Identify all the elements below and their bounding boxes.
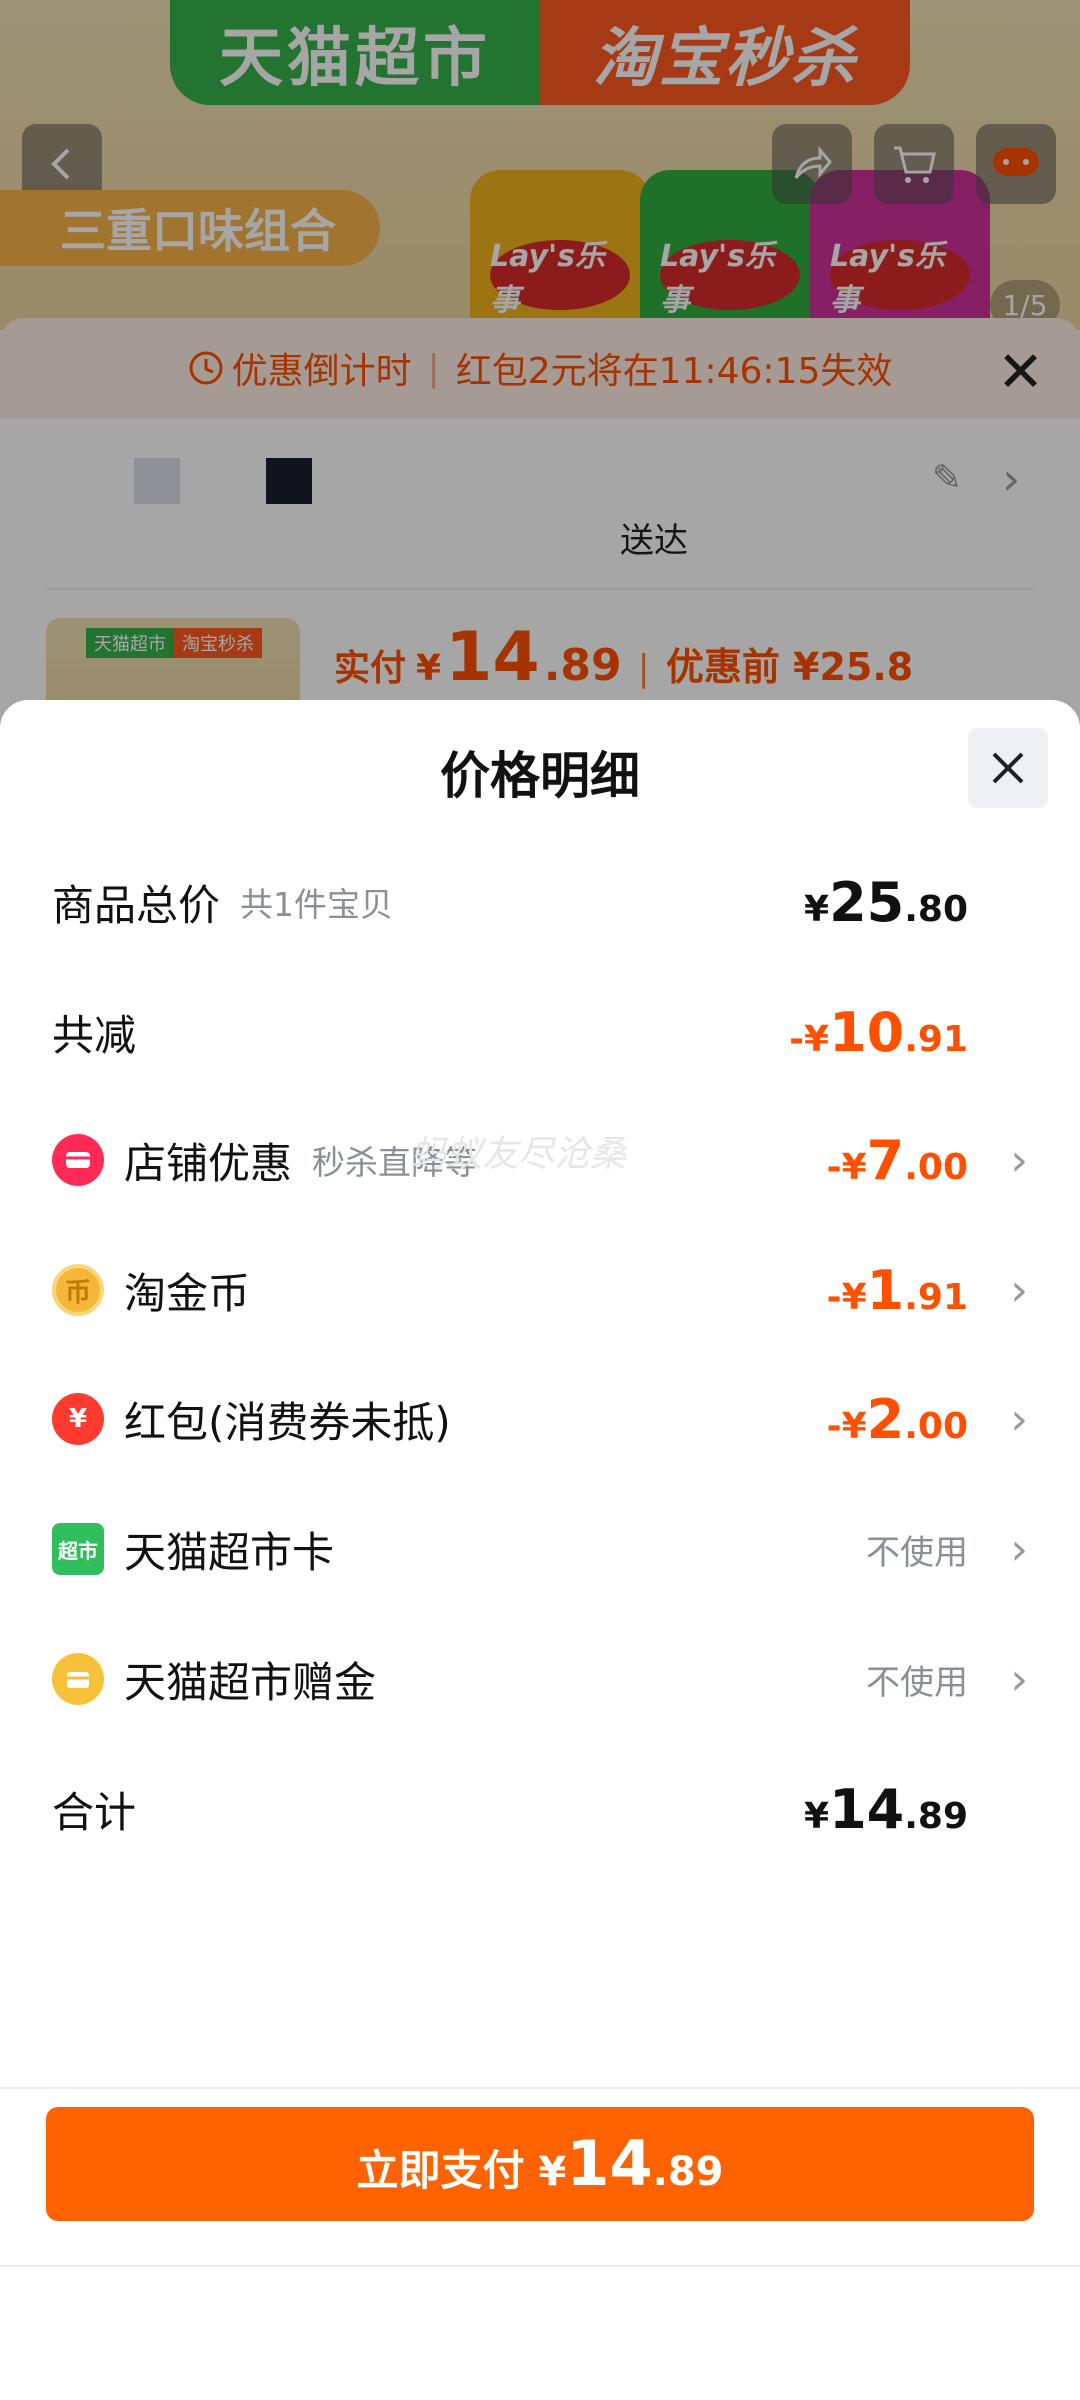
row-label: 淘金币 <box>124 1268 251 1318</box>
amount-dec: .00 <box>904 1146 968 1188</box>
amount-int: 7 <box>866 1128 905 1192</box>
gift-money-icon <box>52 1653 104 1705</box>
row-amount: ¥ 25 .80 <box>804 871 968 934</box>
row-status: 不使用 <box>866 1655 968 1704</box>
status-text: 不使用 <box>866 1532 968 1573</box>
amount-currency: -¥ <box>826 1146 867 1188</box>
amount-int: 2 <box>866 1387 905 1451</box>
close-icon <box>992 752 1024 784</box>
chevron-right-icon: › <box>1010 1393 1028 1445</box>
pay-button-dec: .89 <box>652 2149 724 2195</box>
row-amount: ¥ 14 .89 <box>804 1778 968 1841</box>
coin-icon: 币 <box>52 1264 104 1316</box>
chevron-right-icon: › <box>1010 1264 1028 1316</box>
amount-currency: ¥ <box>804 1795 830 1837</box>
chevron-right-icon: › <box>1010 1523 1028 1575</box>
row-amount: -¥ 7 .00 <box>827 1129 968 1192</box>
row-supermarket-card[interactable]: 超市 天猫超市卡 不使用 › <box>52 1504 1028 1594</box>
pay-now-button[interactable]: 立即支付 ¥ 14 .89 <box>46 2107 1034 2221</box>
amount-int: 25 <box>829 870 905 934</box>
status-text: 不使用 <box>866 1662 968 1703</box>
row-sub: 共1件宝贝 <box>240 885 394 924</box>
row-label: 店铺优惠 <box>124 1138 293 1188</box>
amount-currency: ¥ <box>804 888 830 930</box>
pay-button-currency: ¥ <box>538 2149 567 2195</box>
amount-int: 1 <box>866 1258 905 1322</box>
row-label: 红包(消费券未抵) <box>124 1397 451 1447</box>
pay-button-label: 立即支付 <box>356 2146 525 2195</box>
amount-int: 14 <box>829 1777 905 1841</box>
close-button[interactable] <box>968 728 1048 808</box>
row-amount: -¥ 10 .91 <box>789 1001 968 1064</box>
amount-dec: .00 <box>904 1405 968 1447</box>
amount-int: 10 <box>829 1000 905 1064</box>
divider <box>0 2087 1080 2089</box>
divider <box>0 2265 1080 2267</box>
row-sum: 合计 ¥ 14 .89 <box>52 1764 1028 1854</box>
row-red-packet[interactable]: ¥ 红包(消费券未抵) -¥ 2 .00 › <box>52 1374 1028 1464</box>
row-goods-total: 商品总价 共1件宝贝 ¥ 25 .80 <box>52 857 1028 947</box>
row-amount: -¥ 2 .00 <box>827 1388 968 1451</box>
row-label: 天猫超市赠金 <box>124 1657 377 1707</box>
amount-dec: .91 <box>904 1018 968 1060</box>
pay-button-int: 14 <box>566 2127 653 2200</box>
row-total-reduction: 共减 -¥ 10 .91 <box>52 987 1028 1077</box>
red-packet-icon: ¥ <box>52 1393 104 1445</box>
chevron-right-icon: › <box>1010 1134 1028 1186</box>
amount-currency: -¥ <box>826 1276 867 1318</box>
chevron-right-icon: › <box>1010 1653 1028 1705</box>
sheet-title: 价格明细 <box>440 747 640 805</box>
amount-dec: .91 <box>904 1276 968 1318</box>
amount-currency: -¥ <box>826 1405 867 1447</box>
row-label: 商品总价 <box>52 880 221 930</box>
row-amount: -¥ 1 .91 <box>827 1259 968 1322</box>
supermarket-card-icon: 超市 <box>52 1523 104 1575</box>
amount-dec: .80 <box>904 888 968 930</box>
row-taojinbi[interactable]: 币 淘金币 -¥ 1 .91 › <box>52 1245 1028 1335</box>
row-gift-money[interactable]: 天猫超市赠金 不使用 › <box>52 1634 1028 1724</box>
amount-dec: .89 <box>904 1795 968 1837</box>
row-label: 天猫超市卡 <box>124 1527 335 1577</box>
row-status: 不使用 <box>866 1525 968 1574</box>
amount-currency: -¥ <box>789 1018 830 1060</box>
shop-icon <box>52 1134 104 1186</box>
row-label: 合计 <box>52 1787 137 1837</box>
watermark: 蚂蚁友尽沧桑 <box>410 1134 627 1175</box>
row-label: 共减 <box>52 1010 137 1060</box>
